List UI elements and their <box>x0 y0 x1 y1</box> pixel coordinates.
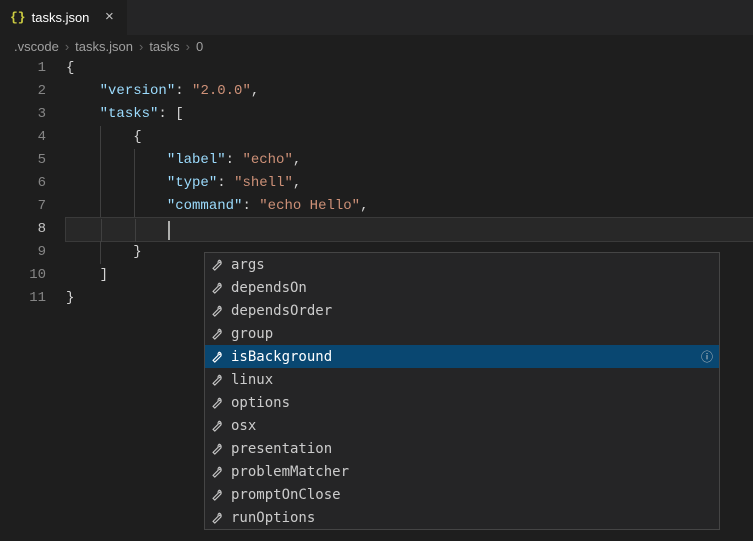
wrench-icon <box>209 303 225 319</box>
wrench-icon <box>209 372 225 388</box>
suggest-item[interactable]: linux <box>205 368 719 391</box>
chevron-right-icon: › <box>65 39 69 54</box>
suggest-label: args <box>231 257 715 273</box>
line-number: 8 <box>0 218 46 241</box>
line-number: 2 <box>0 80 46 103</box>
suggest-item[interactable]: dependsOn <box>205 276 719 299</box>
suggest-label: runOptions <box>231 510 715 526</box>
info-icon[interactable]: ⓘ <box>699 349 715 365</box>
line-number: 4 <box>0 126 46 149</box>
suggest-label: isBackground <box>231 349 693 365</box>
suggest-label: linux <box>231 372 715 388</box>
suggest-label: options <box>231 395 715 411</box>
wrench-icon <box>209 487 225 503</box>
suggest-item[interactable]: group <box>205 322 719 345</box>
json-file-icon: {} <box>10 10 26 25</box>
tab-label: tasks.json <box>32 10 90 25</box>
breadcrumb-part[interactable]: 0 <box>196 39 203 54</box>
suggest-widget[interactable]: args dependsOn dependsOrder group isBackgrou… <box>204 252 720 530</box>
editor-tab[interactable]: {} tasks.json × <box>0 0 128 35</box>
wrench-icon <box>209 257 225 273</box>
suggest-item[interactable]: dependsOrder <box>205 299 719 322</box>
suggest-label: promptOnClose <box>231 487 715 503</box>
active-line[interactable] <box>66 218 753 241</box>
breadcrumb[interactable]: .vscode › tasks.json › tasks › 0 <box>0 35 753 57</box>
suggest-label: group <box>231 326 715 342</box>
suggest-item[interactable]: promptOnClose <box>205 483 719 506</box>
wrench-icon <box>209 441 225 457</box>
line-number: 7 <box>0 195 46 218</box>
suggest-label: problemMatcher <box>231 464 715 480</box>
close-icon[interactable]: × <box>101 9 117 26</box>
line-number: 3 <box>0 103 46 126</box>
suggest-item[interactable]: presentation <box>205 437 719 460</box>
suggest-item[interactable]: options <box>205 391 719 414</box>
line-number: 5 <box>0 149 46 172</box>
wrench-icon <box>209 280 225 296</box>
text-cursor <box>168 221 170 240</box>
breadcrumb-part[interactable]: .vscode <box>14 39 59 54</box>
line-number: 10 <box>0 264 46 287</box>
wrench-icon <box>209 349 225 365</box>
line-number: 9 <box>0 241 46 264</box>
breadcrumb-part[interactable]: tasks <box>149 39 179 54</box>
suggest-item[interactable]: osx <box>205 414 719 437</box>
suggest-label: presentation <box>231 441 715 457</box>
suggest-item[interactable]: runOptions <box>205 506 719 529</box>
wrench-icon <box>209 510 225 526</box>
breadcrumb-part[interactable]: tasks.json <box>75 39 133 54</box>
line-number: 11 <box>0 287 46 310</box>
suggest-item[interactable]: isBackground ⓘ <box>205 345 719 368</box>
suggest-label: dependsOrder <box>231 303 715 319</box>
chevron-right-icon: › <box>186 39 190 54</box>
line-number: 1 <box>0 57 46 80</box>
suggest-label: dependsOn <box>231 280 715 296</box>
wrench-icon <box>209 418 225 434</box>
suggest-label: osx <box>231 418 715 434</box>
tab-bar: {} tasks.json × <box>0 0 753 35</box>
wrench-icon <box>209 326 225 342</box>
suggest-item[interactable]: args <box>205 253 719 276</box>
wrench-icon <box>209 395 225 411</box>
suggest-item[interactable]: problemMatcher <box>205 460 719 483</box>
line-number: 6 <box>0 172 46 195</box>
chevron-right-icon: › <box>139 39 143 54</box>
wrench-icon <box>209 464 225 480</box>
line-gutter: 1234567891011 <box>0 57 66 310</box>
